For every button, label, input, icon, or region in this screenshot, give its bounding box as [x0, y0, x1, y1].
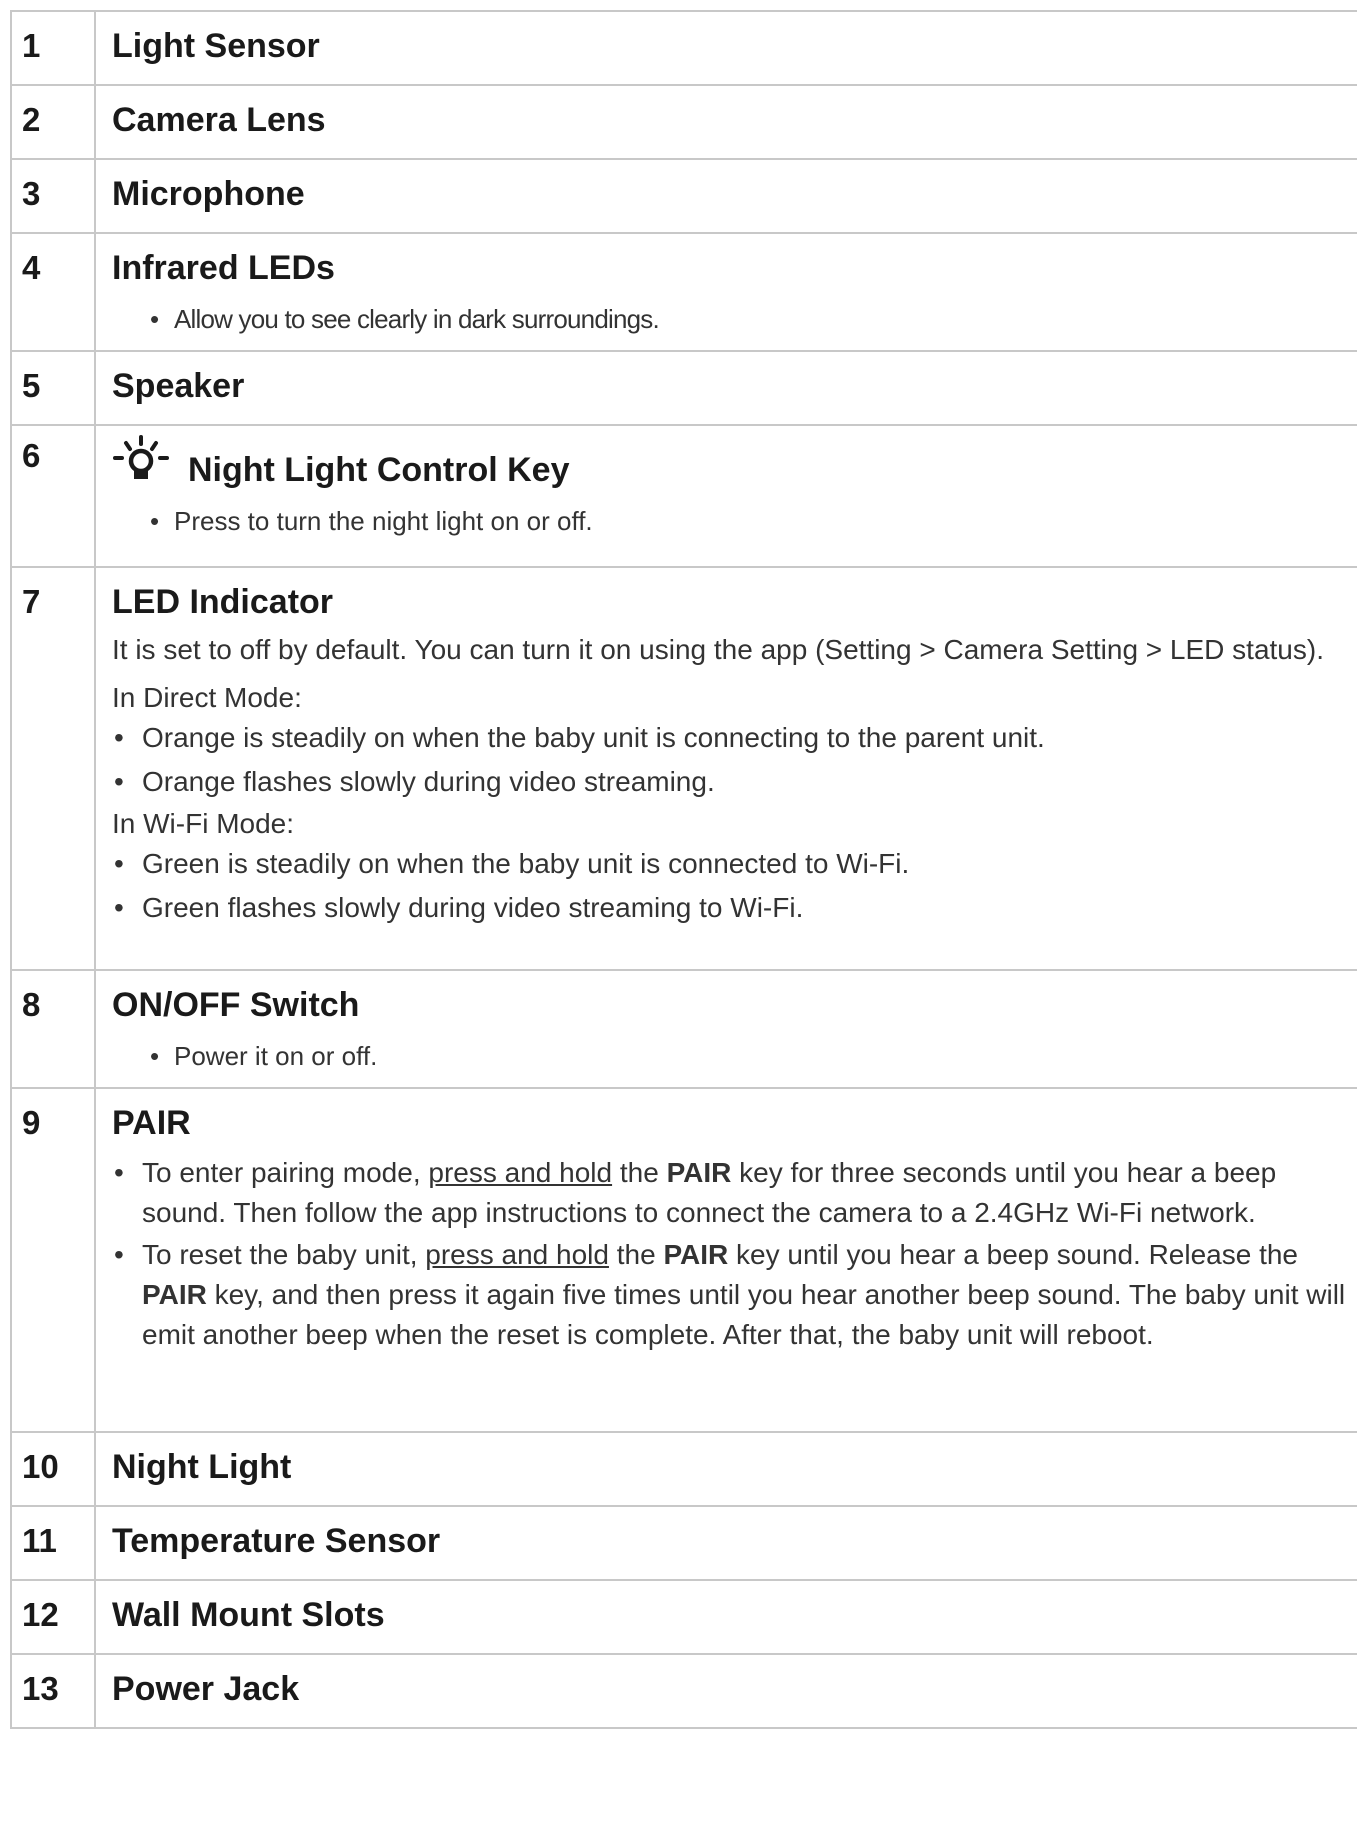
- row-number: 2: [10, 86, 96, 158]
- row-number: 12: [10, 1581, 96, 1653]
- key-name: PAIR: [663, 1239, 729, 1270]
- row-number: 6: [10, 426, 96, 566]
- row-number: 9: [10, 1089, 96, 1431]
- table-row: 1 Light Sensor: [10, 12, 1357, 86]
- row-title: ON/OFF Switch: [112, 986, 360, 1024]
- table-row: 10 Night Light: [10, 1433, 1357, 1507]
- row-content: Power Jack: [96, 1655, 1357, 1727]
- row-content: ON/OFF Switch Power it on or off.: [96, 971, 1357, 1087]
- row-number: 10: [10, 1433, 96, 1505]
- row-number: 3: [10, 160, 96, 232]
- table-row: 2 Camera Lens: [10, 86, 1357, 160]
- row-title: PAIR: [112, 1104, 191, 1142]
- row-content: Camera Lens: [96, 86, 1357, 158]
- table-row: 11 Temperature Sensor: [10, 1507, 1357, 1581]
- row-title: Light Sensor: [112, 27, 320, 65]
- row-number: 4: [10, 234, 96, 350]
- wifi-mode-heading: In Wi-Fi Mode:: [112, 808, 295, 839]
- row-content: Light Sensor: [96, 12, 1357, 84]
- row-number: 8: [10, 971, 96, 1087]
- row-content: Infrared LEDs Allow you to see clearly i…: [96, 234, 1357, 350]
- table-row: 12 Wall Mount Slots: [10, 1581, 1357, 1655]
- direct-mode-heading: In Direct Mode:: [112, 682, 302, 713]
- row-content: Temperature Sensor: [96, 1507, 1357, 1579]
- row-title: Microphone: [112, 175, 305, 213]
- table-row: 3 Microphone: [10, 160, 1357, 234]
- pair-item-enter: To enter pairing mode, press and hold th…: [112, 1153, 1351, 1233]
- row-content: Microphone: [96, 160, 1357, 232]
- row-content: LED Indicator It is set to off by defaul…: [96, 568, 1357, 969]
- key-name: PAIR: [142, 1279, 207, 1310]
- row-content: Night Light: [96, 1433, 1357, 1505]
- table-row: 8 ON/OFF Switch Power it on or off.: [10, 971, 1357, 1089]
- table-row: 13 Power Jack: [10, 1655, 1357, 1729]
- row-title: Night Light: [112, 1448, 292, 1486]
- night-light-bulb-icon: [112, 434, 170, 505]
- row-title: Infrared LEDs: [112, 249, 335, 287]
- list-item: Green flashes slowly during video stream…: [112, 888, 1351, 928]
- key-name: PAIR: [666, 1157, 732, 1188]
- row-title: Power Jack: [112, 1670, 300, 1708]
- row-content: Wall Mount Slots: [96, 1581, 1357, 1653]
- parts-table: 1 Light Sensor 2 Camera Lens 3 Microphon…: [10, 10, 1357, 1729]
- list-item: Green is steadily on when the baby unit …: [112, 844, 1351, 884]
- led-intro: It is set to off by default. You can tur…: [112, 634, 1324, 665]
- row-title-wrap: Night Light Control Key: [112, 434, 1351, 505]
- table-row: 7 LED Indicator It is set to off by defa…: [10, 568, 1357, 971]
- row-note: Power it on or off.: [112, 1039, 1351, 1073]
- table-row: 6 Night Light Control Key • Press to tur…: [10, 426, 1357, 568]
- pair-item-reset: To reset the baby unit, press and hold t…: [112, 1235, 1351, 1355]
- row-note: Press to turn the night light on or off.: [112, 504, 1351, 538]
- emphasis-underline: press and hold: [425, 1239, 609, 1270]
- list-item: Orange flashes slowly during video strea…: [112, 762, 1351, 802]
- row-title: LED Indicator: [112, 583, 334, 621]
- row-number: 1: [10, 12, 96, 84]
- row-content: Speaker: [96, 352, 1357, 424]
- row-number: 11: [10, 1507, 96, 1579]
- table-row: 4 Infrared LEDs Allow you to see clearly…: [10, 234, 1357, 352]
- row-number: 7: [10, 568, 96, 969]
- table-row: 5 Speaker: [10, 352, 1357, 426]
- emphasis-underline: press and hold: [428, 1157, 613, 1188]
- row-note: Allow you to see clearly in dark surroun…: [112, 302, 1351, 336]
- row-title: Speaker: [112, 367, 245, 405]
- row-title: Wall Mount Slots: [112, 1596, 385, 1634]
- row-title: Temperature Sensor: [112, 1522, 441, 1560]
- row-title: Night Light Control Key: [188, 451, 570, 489]
- list-item: Orange is steadily on when the baby unit…: [112, 718, 1351, 758]
- row-number: 13: [10, 1655, 96, 1727]
- row-number: 5: [10, 352, 96, 424]
- row-content: Night Light Control Key Press to turn th…: [96, 426, 1357, 566]
- table-row: 9 PAIR To enter pairing mode, press and …: [10, 1089, 1357, 1433]
- row-content: PAIR To enter pairing mode, press and ho…: [96, 1089, 1357, 1431]
- row-title: Camera Lens: [112, 101, 326, 139]
